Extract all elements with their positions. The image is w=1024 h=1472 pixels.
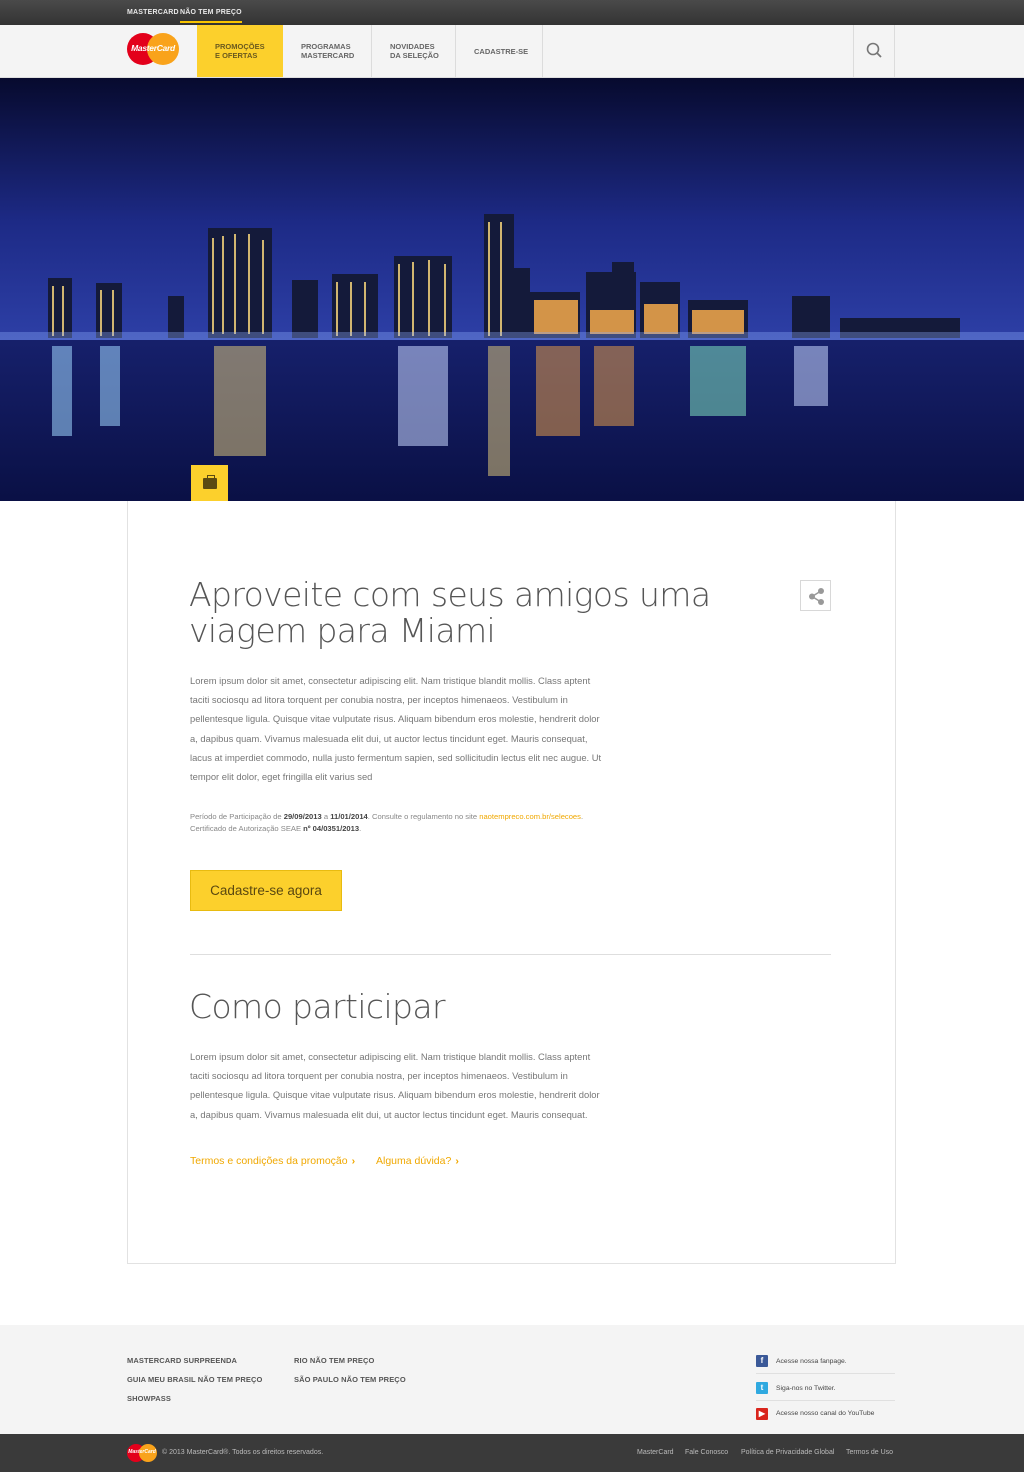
faq-link-label: Alguma dúvida? xyxy=(376,1155,452,1167)
legal-site-link[interactable]: naotempreco.com.br/selecoes xyxy=(479,812,581,821)
topbar-link-nao-tem-preco[interactable]: NÃO TEM PREÇO xyxy=(180,0,242,23)
terms-link-label: Termos e condições da promoção xyxy=(190,1155,348,1167)
terms-link[interactable]: Termos e condições da promoção › xyxy=(190,1155,355,1167)
nav-item-novidades[interactable]: NOVIDADES DA SELEÇÃO xyxy=(372,25,456,77)
chevron-right-icon: › xyxy=(351,1155,356,1167)
legal-dot: . xyxy=(580,812,584,821)
footer-mastercard-logo[interactable]: MasterCard xyxy=(127,1444,157,1462)
footer-link-showpass[interactable]: SHOWPASS xyxy=(127,1394,171,1403)
copyright: © 2013 MasterCard®. Todos os direitos re… xyxy=(162,1449,324,1456)
briefcase-icon xyxy=(203,475,217,489)
footer: MASTERCARD SURPREENDA GUIA MEU BRASIL NÃ… xyxy=(0,1325,1024,1434)
social-facebook-label: Acesse nossa fanpage. xyxy=(776,1357,847,1365)
faq-link[interactable]: Alguma dúvida? › xyxy=(376,1155,459,1167)
bottom-bar: MasterCard © 2013 MasterCard®. Todos os … xyxy=(0,1434,1024,1472)
legal-consult: . Consulte o regulamento no site xyxy=(367,812,480,821)
search-button[interactable] xyxy=(853,25,895,77)
legal-start-date: 29/09/2013 xyxy=(283,812,322,821)
share-icon xyxy=(809,588,824,605)
footer-link-surpreenda[interactable]: MASTERCARD SURPREENDA xyxy=(127,1356,237,1365)
footer-link-guia-meu-brasil[interactable]: GUIA MEU BRASIL NÃO TEM PREÇO xyxy=(127,1375,262,1384)
footer-link-sao-paulo[interactable]: SÃO PAULO NÃO TEM PREÇO xyxy=(294,1375,406,1384)
legal-cert-number: nº 04/0351/2013 xyxy=(303,823,360,833)
footer-link-rio[interactable]: RIO NÃO TEM PREÇO xyxy=(294,1356,374,1365)
legal-end-date: 11/01/2014 xyxy=(330,812,368,821)
topbar-link-mastercard[interactable]: MASTERCARD xyxy=(127,0,179,23)
search-icon xyxy=(866,42,882,58)
youtube-icon: ▶ xyxy=(756,1407,768,1420)
article-title: Aproveite com seus amigos uma viagem par… xyxy=(189,575,711,650)
social-twitter-label: Siga-nos no Twitter. xyxy=(776,1384,836,1392)
nav-item-cadastre[interactable]: CADASTRE-SE xyxy=(456,25,543,77)
social-facebook[interactable]: f Acesse nossa fanpage. xyxy=(756,1349,895,1374)
social-youtube[interactable]: ▶ Acesse nosso canal do YouTube xyxy=(756,1401,895,1426)
legal-text: Período de Participação de 29/09/2013 a … xyxy=(190,811,660,834)
bottom-link-privacidade[interactable]: Política de Privacidade Global xyxy=(741,1449,834,1456)
logo-wordmark: MasterCard xyxy=(131,43,175,53)
facebook-icon: f xyxy=(756,1355,768,1367)
nav-item-promocoes[interactable]: PROMOÇÕES E OFERTAS xyxy=(197,25,283,77)
legal-prefix: Período de Participação de xyxy=(190,812,284,821)
top-bar: MASTERCARD NÃO TEM PREÇO xyxy=(0,0,1024,25)
section-title-como-participar: Como participar xyxy=(189,987,446,1026)
footer-logo-wordmark: MasterCard xyxy=(128,1449,156,1455)
bottom-link-mastercard[interactable]: MasterCard xyxy=(637,1449,674,1456)
bottom-link-termos[interactable]: Termos de Uso xyxy=(846,1449,893,1456)
main-nav: MasterCard PROMOÇÕES E OFERTAS PROGRAMAS… xyxy=(0,25,1024,78)
cadastre-se-agora-button[interactable]: Cadastre-se agora xyxy=(190,870,342,911)
share-button[interactable] xyxy=(800,580,831,611)
legal-cert-dot: . xyxy=(359,823,362,833)
skyline-illustration xyxy=(0,78,1024,501)
nav-item-programas[interactable]: PROGRAMAS MASTERCARD xyxy=(283,25,372,77)
hero-image-miami-skyline xyxy=(0,78,1024,501)
mastercard-logo[interactable]: MasterCard xyxy=(127,33,179,65)
section-divider xyxy=(190,954,831,955)
article-body: Lorem ipsum dolor sit amet, consectetur … xyxy=(190,675,602,783)
bottom-link-fale-conosco[interactable]: Fale Conosco xyxy=(685,1449,728,1456)
social-youtube-label: Acesse nosso canal do YouTube xyxy=(776,1410,875,1417)
como-participar-body: Lorem ipsum dolor sit amet, consectetur … xyxy=(190,1051,600,1120)
twitter-icon: t xyxy=(756,1382,768,1394)
legal-cert-prefix: Certificado de Autorização SEAE xyxy=(190,823,304,833)
legal-mid: a xyxy=(321,812,331,821)
chevron-right-icon: › xyxy=(455,1155,459,1167)
social-twitter[interactable]: t Siga-nos no Twitter. xyxy=(756,1376,895,1401)
